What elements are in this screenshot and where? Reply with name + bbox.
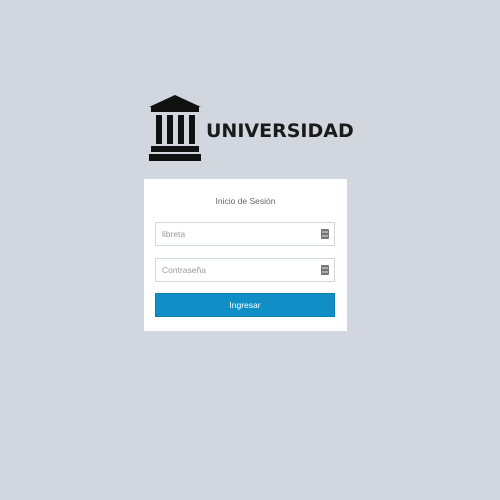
brand-name: UNIVERSIDAD [206, 119, 354, 142]
password-field[interactable] [155, 258, 335, 282]
username-input[interactable] [156, 223, 312, 245]
login-box: Inicio de Sesión Ingresar [144, 179, 347, 331]
id-card-icon [321, 229, 329, 239]
username-field[interactable] [155, 222, 335, 246]
login-page: UNIVERSIDAD Inicio de Sesión Ingresar [0, 0, 500, 500]
brand-logo: UNIVERSIDAD [149, 94, 354, 162]
login-button[interactable]: Ingresar [155, 293, 335, 317]
password-input[interactable] [156, 259, 312, 281]
lock-icon [321, 265, 329, 275]
university-building-icon [149, 95, 201, 161]
login-title: Inicio de Sesión [215, 196, 276, 206]
